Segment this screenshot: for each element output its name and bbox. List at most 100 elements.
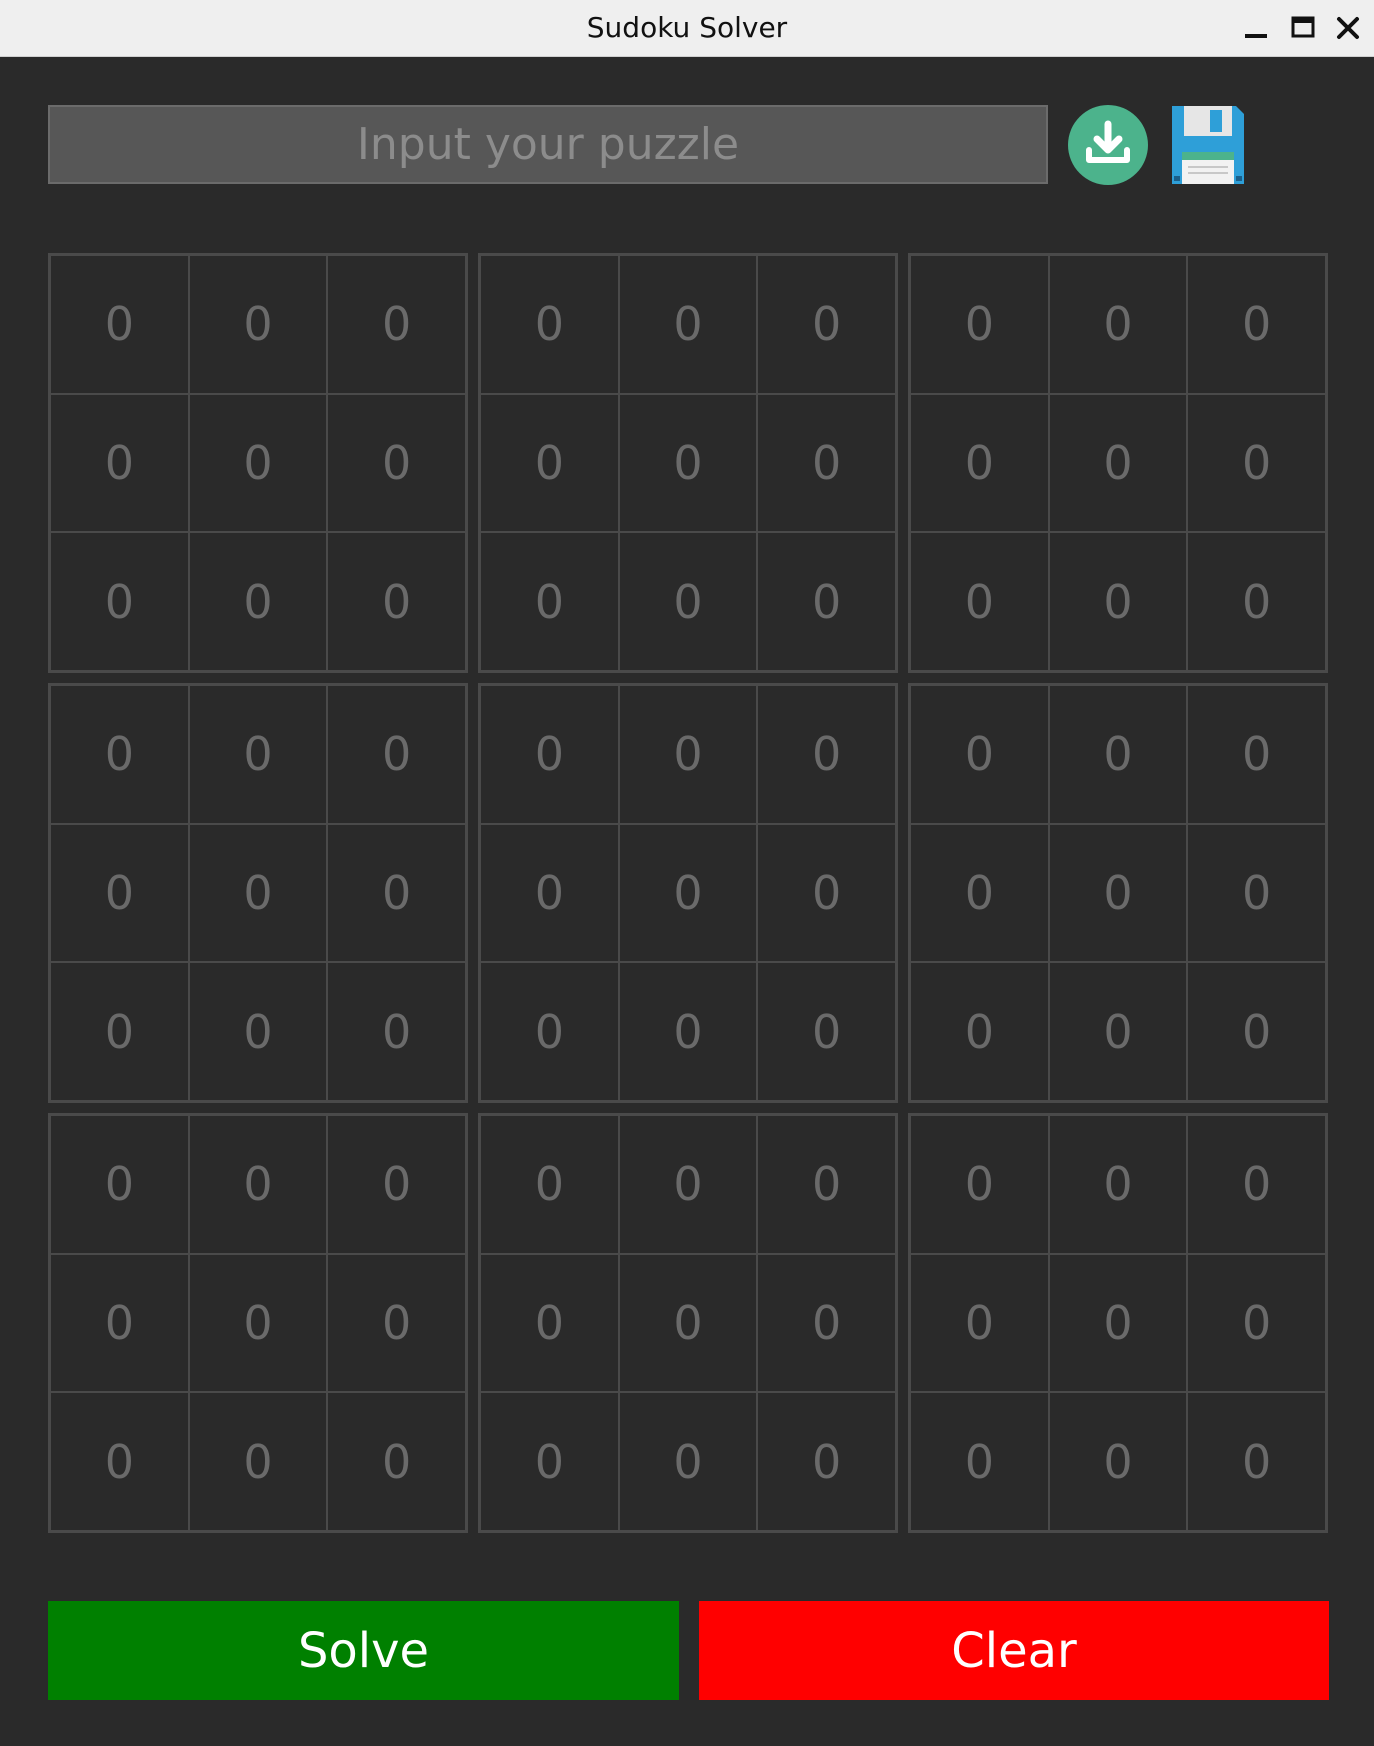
sudoku-cell[interactable]: 0 <box>49 961 190 1102</box>
sudoku-cell[interactable]: 0 <box>1047 392 1189 534</box>
sudoku-cell[interactable]: 0 <box>326 531 467 672</box>
sudoku-cell[interactable]: 0 <box>1186 684 1327 825</box>
sudoku-cell[interactable]: 0 <box>49 1391 190 1532</box>
sudoku-block: 000000000 <box>478 253 898 673</box>
sudoku-cell[interactable]: 0 <box>326 684 467 825</box>
sudoku-cell[interactable]: 0 <box>326 822 467 964</box>
title-bar: Sudoku Solver <box>0 0 1374 57</box>
sudoku-cell[interactable]: 0 <box>187 684 329 825</box>
load-puzzle-button[interactable] <box>1067 104 1149 186</box>
sudoku-cell[interactable]: 0 <box>909 1391 1050 1532</box>
sudoku-cell[interactable]: 0 <box>1047 531 1189 672</box>
sudoku-cell[interactable]: 0 <box>479 1252 620 1394</box>
sudoku-cell[interactable]: 0 <box>479 1114 620 1255</box>
sudoku-cell[interactable]: 0 <box>756 531 897 672</box>
sudoku-cell[interactable]: 0 <box>326 254 467 395</box>
sudoku-cell[interactable]: 0 <box>49 684 190 825</box>
sudoku-cell[interactable]: 0 <box>617 254 759 395</box>
sudoku-block: 000000000 <box>478 683 898 1103</box>
sudoku-cell[interactable]: 0 <box>1186 961 1327 1102</box>
sudoku-cell[interactable]: 0 <box>617 1391 759 1532</box>
sudoku-cell[interactable]: 0 <box>326 1252 467 1394</box>
sudoku-cell[interactable]: 0 <box>326 1391 467 1532</box>
sudoku-cell[interactable]: 0 <box>49 392 190 534</box>
sudoku-cell[interactable]: 0 <box>479 531 620 672</box>
sudoku-cell[interactable]: 0 <box>187 254 329 395</box>
sudoku-cell[interactable]: 0 <box>617 392 759 534</box>
sudoku-cell[interactable]: 0 <box>187 531 329 672</box>
minimize-button[interactable] <box>1238 10 1274 46</box>
sudoku-cell[interactable]: 0 <box>617 1114 759 1255</box>
maximize-icon <box>1291 16 1315 38</box>
sudoku-cell[interactable]: 0 <box>617 961 759 1102</box>
solve-button[interactable]: Solve <box>48 1601 679 1700</box>
sudoku-cell[interactable]: 0 <box>1047 684 1189 825</box>
sudoku-cell[interactable]: 0 <box>617 531 759 672</box>
sudoku-cell[interactable]: 0 <box>187 392 329 534</box>
sudoku-cell[interactable]: 0 <box>49 1114 190 1255</box>
sudoku-cell[interactable]: 0 <box>617 1252 759 1394</box>
download-icon <box>1068 105 1148 185</box>
sudoku-cell[interactable]: 0 <box>756 961 897 1102</box>
sudoku-cell[interactable]: 0 <box>617 822 759 964</box>
sudoku-cell[interactable]: 0 <box>479 392 620 534</box>
sudoku-cell[interactable]: 0 <box>909 254 1050 395</box>
sudoku-block: 000000000 <box>908 1113 1328 1533</box>
sudoku-cell[interactable]: 0 <box>1047 1114 1189 1255</box>
sudoku-cell[interactable]: 0 <box>909 1114 1050 1255</box>
clear-button[interactable]: Clear <box>699 1601 1329 1700</box>
sudoku-cell[interactable]: 0 <box>326 1114 467 1255</box>
sudoku-cell[interactable]: 0 <box>1186 1391 1327 1532</box>
sudoku-cell[interactable]: 0 <box>909 961 1050 1102</box>
sudoku-cell[interactable]: 0 <box>756 822 897 964</box>
sudoku-cell[interactable]: 0 <box>1186 1252 1327 1394</box>
sudoku-cell[interactable]: 0 <box>187 1252 329 1394</box>
sudoku-cell[interactable]: 0 <box>756 1391 897 1532</box>
sudoku-cell[interactable]: 0 <box>1186 392 1327 534</box>
sudoku-cell[interactable]: 0 <box>479 684 620 825</box>
sudoku-cell[interactable]: 0 <box>49 1252 190 1394</box>
puzzle-input[interactable] <box>48 105 1048 184</box>
sudoku-block: 000000000 <box>478 1113 898 1533</box>
save-puzzle-button[interactable] <box>1170 104 1246 186</box>
sudoku-cell[interactable]: 0 <box>756 684 897 825</box>
floppy-disk-icon <box>1172 106 1244 184</box>
sudoku-cell[interactable]: 0 <box>617 684 759 825</box>
sudoku-cell[interactable]: 0 <box>909 1252 1050 1394</box>
sudoku-cell[interactable]: 0 <box>1186 254 1327 395</box>
sudoku-cell[interactable]: 0 <box>1186 531 1327 672</box>
sudoku-cell[interactable]: 0 <box>909 822 1050 964</box>
sudoku-cell[interactable]: 0 <box>756 392 897 534</box>
close-button[interactable] <box>1330 10 1366 46</box>
maximize-button[interactable] <box>1284 10 1320 46</box>
sudoku-cell[interactable]: 0 <box>187 1114 329 1255</box>
sudoku-cell[interactable]: 0 <box>1047 822 1189 964</box>
sudoku-cell[interactable]: 0 <box>909 531 1050 672</box>
sudoku-cell[interactable]: 0 <box>187 961 329 1102</box>
sudoku-cell[interactable]: 0 <box>49 254 190 395</box>
sudoku-cell[interactable]: 0 <box>479 961 620 1102</box>
sudoku-cell[interactable]: 0 <box>756 254 897 395</box>
minimize-icon <box>1245 34 1267 38</box>
sudoku-cell[interactable]: 0 <box>1186 1114 1327 1255</box>
sudoku-cell[interactable]: 0 <box>479 822 620 964</box>
sudoku-cell[interactable]: 0 <box>1047 1391 1189 1532</box>
sudoku-cell[interactable]: 0 <box>756 1114 897 1255</box>
sudoku-cell[interactable]: 0 <box>1047 961 1189 1102</box>
sudoku-cell[interactable]: 0 <box>49 822 190 964</box>
sudoku-cell[interactable]: 0 <box>187 1391 329 1532</box>
sudoku-block: 000000000 <box>908 683 1328 1103</box>
sudoku-cell[interactable]: 0 <box>756 1252 897 1394</box>
sudoku-cell[interactable]: 0 <box>1047 1252 1189 1394</box>
sudoku-cell[interactable]: 0 <box>326 961 467 1102</box>
sudoku-cell[interactable]: 0 <box>909 392 1050 534</box>
sudoku-cell[interactable]: 0 <box>909 684 1050 825</box>
sudoku-cell[interactable]: 0 <box>326 392 467 534</box>
sudoku-cell[interactable]: 0 <box>49 531 190 672</box>
sudoku-cell[interactable]: 0 <box>479 254 620 395</box>
sudoku-board: 0000000000000000000000000000000000000000… <box>48 253 1328 1533</box>
sudoku-cell[interactable]: 0 <box>187 822 329 964</box>
sudoku-cell[interactable]: 0 <box>1186 822 1327 964</box>
sudoku-cell[interactable]: 0 <box>1047 254 1189 395</box>
sudoku-cell[interactable]: 0 <box>479 1391 620 1532</box>
